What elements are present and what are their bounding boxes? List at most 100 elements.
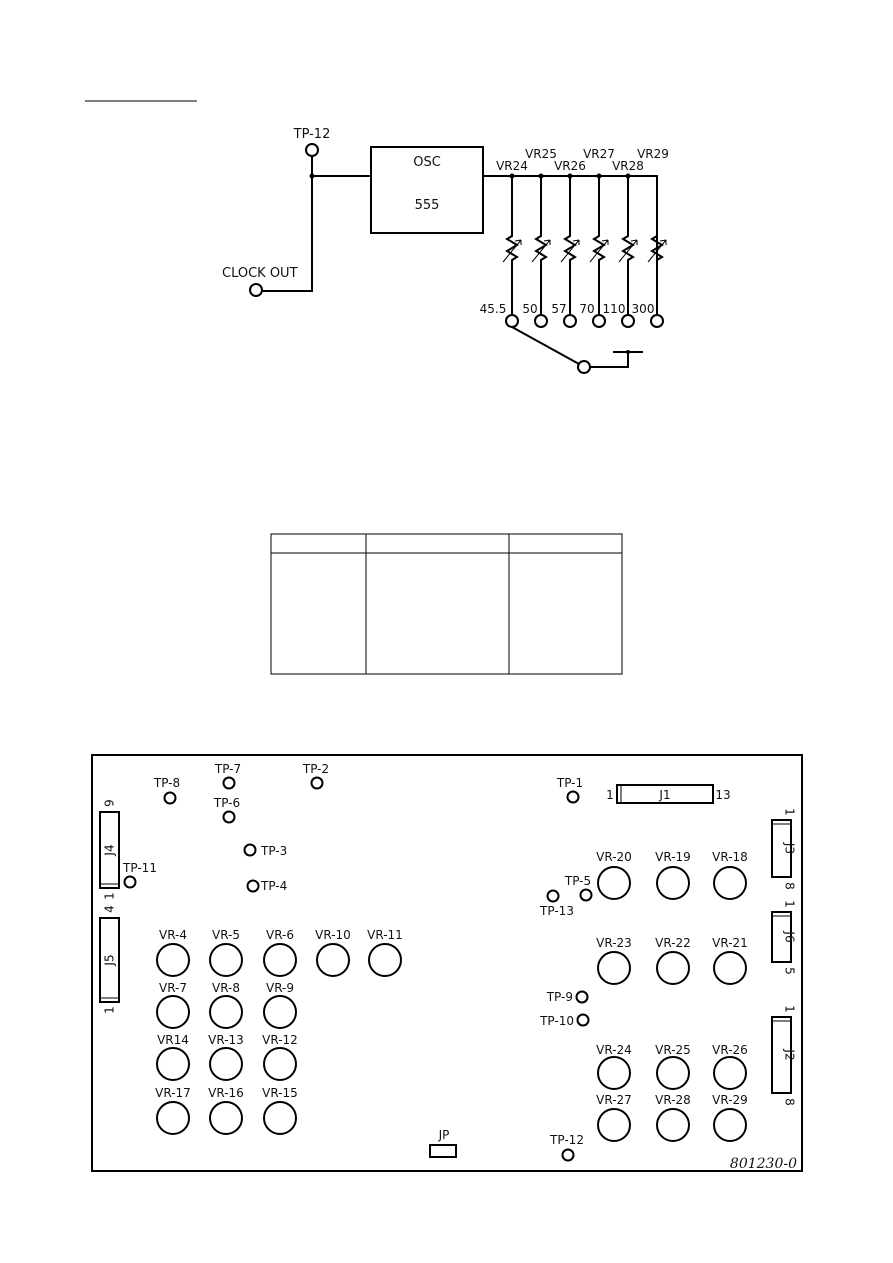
potentiometer [209,995,243,1029]
clock-out-label: CLOCK OUT [222,266,298,281]
potentiometer [316,943,350,977]
potentiometer [656,951,690,985]
clock-out-terminal [249,283,263,297]
potentiometer-label: VR14 [157,1033,189,1047]
pin-label: 8 [783,882,797,890]
test-point-tp-8 [163,791,177,805]
frequency-value: 45.5 [480,302,507,316]
selector-terminal [592,314,606,328]
test-point-label: TP-12 [549,1133,584,1147]
osc-chip-label: 555 [415,198,440,213]
potentiometer-label: VR-16 [208,1086,244,1100]
pin-label: 1 [103,892,117,900]
potentiometer-label: VR-12 [262,1033,298,1047]
potentiometer [597,1056,631,1090]
test-point-tp-1 [566,790,580,804]
page-canvas: TP-12 CLOCK OUT OSC 555 VR24 45.5 VR25 50 VR… [85,100,803,1172]
potentiometer-label: VR-22 [655,936,691,950]
test-point-label: TP-10 [539,1014,574,1028]
variable-resistor [534,176,548,315]
potentiometer-label: VR-5 [212,928,240,942]
resistor-label: VR24 [496,159,528,173]
potentiometer-label: VR-17 [155,1086,191,1100]
potentiometer-label: VR-8 [212,981,240,995]
test-point-tp-12 [561,1148,575,1162]
pin-label: 9 [103,799,117,807]
ground-wire [590,351,643,368]
oscillator-schematic: TP-12 CLOCK OUT OSC 555 VR24 45.5 VR25 50 VR… [222,127,669,374]
potentiometer [263,1101,297,1135]
frequency-value: 110 [603,302,626,316]
potentiometer [597,866,631,900]
potentiometer-label: VR-19 [655,850,691,864]
potentiometer-label: VR-6 [266,928,294,942]
connector-label: J5 [103,954,117,966]
potentiometer [656,1056,690,1090]
potentiometer [263,1047,297,1081]
frequency-value: 50 [522,302,537,316]
potentiometer [209,943,243,977]
empty-table [270,533,623,675]
test-point-tp-2 [310,776,324,790]
connector-label: J3 [783,842,797,854]
potentiometer-label: VR-10 [315,928,351,942]
selector-terminal [534,314,548,328]
jumper [429,1144,457,1158]
potentiometer [713,1108,747,1142]
test-point-label: TP-4 [260,879,287,893]
potentiometer [263,995,297,1029]
potentiometer [156,1047,190,1081]
potentiometer-label: VR-13 [208,1033,244,1047]
resistor-label: VR27 [583,147,615,161]
potentiometer [597,1108,631,1142]
selector-terminal [621,314,635,328]
potentiometer-label: VR-7 [159,981,187,995]
selector-switch-arm [511,326,580,365]
resistor-label: VR25 [525,147,557,161]
frequency-value: 70 [579,302,594,316]
test-point-tp-6 [222,810,236,824]
test-point-label: TP-6 [213,796,240,810]
pcb-layout: 801230-0 JP TP-1 TP-2 TP-3 TP-4 TP-5 TP-6 TP-7… [91,754,803,1172]
test-point-label: TP-13 [539,904,574,918]
potentiometer [263,943,297,977]
selector-terminal [505,314,519,328]
potentiometer [656,1108,690,1142]
potentiometer [156,995,190,1029]
pcb-outline [91,754,803,1172]
potentiometer [713,866,747,900]
tp12-terminal [305,143,319,157]
potentiometer-label: VR-26 [712,1043,748,1057]
test-point-label: TP-3 [260,844,287,858]
part-number: 801230-0 [730,1156,797,1172]
potentiometer-label: VR-23 [596,936,632,950]
resistor-label: VR29 [637,147,669,161]
potentiometer-label: VR-29 [712,1093,748,1107]
test-point-label: TP-2 [302,762,329,776]
variable-resistor [621,176,635,315]
test-point-label: TP-8 [153,776,180,790]
pin-label: 1 [606,788,614,802]
potentiometer-label: VR-28 [655,1093,691,1107]
resistor-label: VR28 [612,159,644,173]
potentiometer [156,1101,190,1135]
test-point-tp-7 [222,776,236,790]
potentiometer-label: VR-24 [596,1043,632,1057]
pin-label: 1 [783,808,797,816]
junction-dot [626,350,630,354]
test-point-tp-13 [546,889,560,903]
osc-label: OSC [413,155,441,170]
pin-label: 5 [783,967,797,975]
frequency-value: 57 [551,302,566,316]
potentiometer [209,1101,243,1135]
test-point-tp-10 [576,1013,590,1027]
frequency-value: 300 [632,302,655,316]
test-point-label: TP-1 [556,776,583,790]
test-point-label: TP-7 [214,762,241,776]
pin-label: 1 [103,1006,117,1014]
potentiometer-label: VR-20 [596,850,632,864]
test-point-label: TP-11 [122,861,157,875]
potentiometer-label: VR-25 [655,1043,691,1057]
potentiometer-label: VR-11 [367,928,403,942]
potentiometer-label: VR-9 [266,981,294,995]
